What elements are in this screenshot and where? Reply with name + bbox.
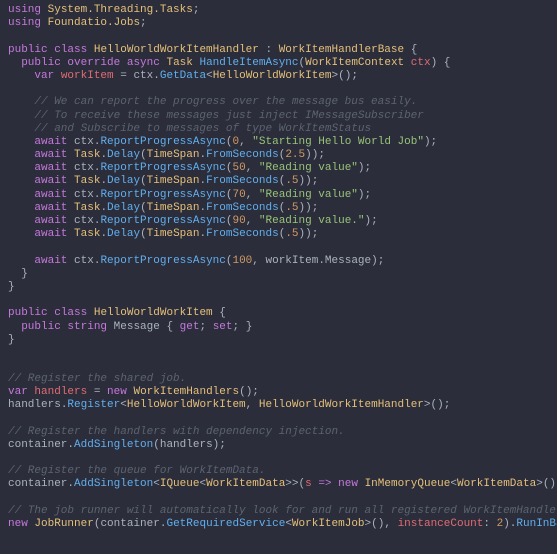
ctx-ref: ctx <box>133 70 153 82</box>
namespace: Foundatio.Jobs <box>48 17 140 29</box>
namespace: System.Threading.Tasks <box>48 4 193 16</box>
keyword-public: public <box>21 57 61 69</box>
keyword-using: using <box>8 17 41 29</box>
param-name: ctx <box>411 57 431 69</box>
keyword-class: class <box>54 44 87 56</box>
method-getdata: GetData <box>160 70 206 82</box>
param-type: WorkItemContext <box>305 57 404 69</box>
keyword-using: using <box>8 4 41 16</box>
code-block-2: // Register the shared job. var handlers… <box>0 369 557 535</box>
keyword-override: override <box>67 57 120 69</box>
code-block-1: using System.Threading.Tasks; using Foun… <box>0 0 557 351</box>
base-class: WorkItemHandlerBase <box>279 44 404 56</box>
comment: // Register the shared job. <box>8 373 186 385</box>
keyword-var: var <box>34 70 54 82</box>
comment: // The job runner will automatically loo… <box>8 505 557 517</box>
comment: // Register the queue for WorkItemData. <box>8 465 265 477</box>
keyword-await: await <box>34 136 67 148</box>
var-name: workItem <box>61 70 114 82</box>
keyword-public: public <box>8 44 48 56</box>
generic-type: HelloWorldWorkItem <box>213 70 332 82</box>
comment: // To receive these messages just inject… <box>34 110 423 122</box>
class-name: HelloWorldWorkItemHandler <box>94 44 259 56</box>
keyword-async: async <box>127 57 160 69</box>
comment: // We can report the progress over the m… <box>34 96 417 108</box>
comment: // Register the handlers with dependency… <box>8 426 345 438</box>
method-name: HandleItemAsync <box>199 57 298 69</box>
type-task: Task <box>166 57 192 69</box>
comment: // and Subscribe to messages of type Wor… <box>34 123 371 135</box>
